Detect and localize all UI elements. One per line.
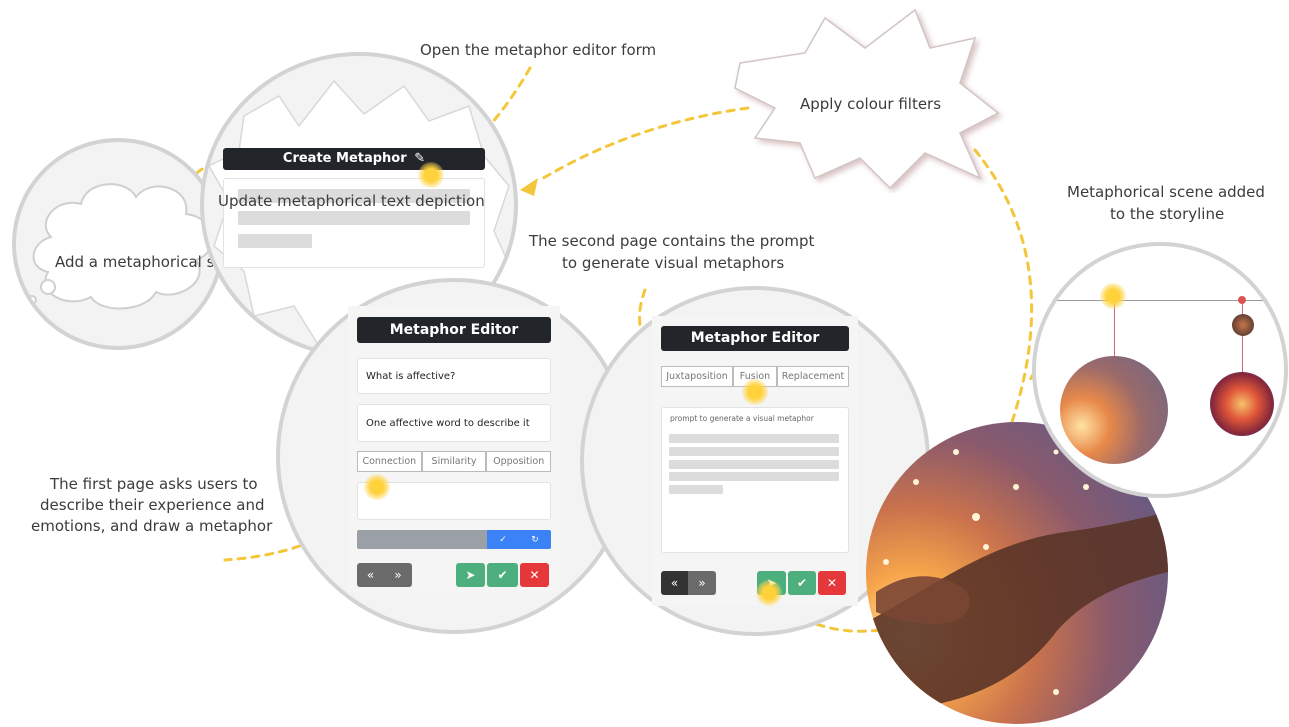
first-page-caption-line2: describe their experience and — [40, 496, 265, 514]
tab-similarity[interactable]: Similarity — [421, 451, 487, 472]
storyline-circle — [1032, 242, 1288, 498]
click-highlight — [756, 580, 782, 606]
check-icon: ✓ — [499, 534, 507, 545]
first-page-caption-line3: emotions, and draw a metaphor — [31, 517, 273, 535]
prompt-textarea[interactable]: prompt to generate a visual metaphor — [661, 407, 849, 553]
placeholder-line — [669, 434, 839, 443]
placeholder-line — [238, 234, 312, 248]
thought-cloud — [27, 183, 213, 310]
open-form-caption: Open the metaphor editor form — [420, 41, 657, 59]
apply-filters-caption: Apply colour filters — [800, 95, 942, 113]
refresh-icon: ↻ — [531, 534, 539, 545]
tab-opposition[interactable]: Opposition — [486, 451, 552, 472]
close-icon: ✕ — [826, 576, 838, 590]
editor1-panel — [348, 306, 560, 592]
close-icon: ✕ — [529, 568, 540, 582]
create-metaphor-label: Create Metaphor — [282, 151, 407, 166]
double-chevron-left-icon: « — [366, 568, 375, 582]
prev-page-button[interactable]: « — [357, 563, 384, 587]
placeholder-line — [669, 460, 839, 469]
add-scene-circle — [12, 138, 224, 350]
close-button[interactable]: ✕ — [520, 563, 549, 587]
placeholder-line — [669, 447, 839, 456]
tab-juxtaposition[interactable]: Juxtaposition — [661, 366, 733, 387]
save-button[interactable]: ✔ — [487, 563, 518, 587]
click-highlight — [1100, 283, 1126, 309]
next-page-button[interactable]: » — [384, 563, 412, 587]
double-chevron-right-icon: » — [394, 568, 402, 582]
placeholder-line — [669, 485, 723, 494]
placeholder-line — [669, 472, 839, 481]
first-page-caption-line1: The first page asks users to — [50, 475, 258, 493]
confirm-drawing-button[interactable]: ✓ — [487, 530, 519, 549]
editor1-title: Metaphor Editor — [357, 317, 551, 343]
editor2-title: Metaphor Editor — [661, 326, 849, 351]
check-icon: ✔ — [497, 568, 508, 582]
check-icon: ✔ — [796, 576, 808, 590]
save-button[interactable]: ✔ — [788, 571, 816, 595]
send-icon: ➤ — [465, 568, 476, 582]
close-button[interactable]: ✕ — [818, 571, 846, 595]
click-highlight — [364, 474, 390, 500]
click-highlight — [418, 162, 444, 188]
scene-thumbnail-hands[interactable] — [1060, 356, 1168, 464]
scene-added-caption-line1: Metaphorical scene added — [1067, 183, 1265, 201]
create-metaphor-button[interactable]: Create Metaphor ✎ — [223, 148, 485, 170]
tab-replacement[interactable]: Replacement — [777, 366, 849, 387]
second-page-caption-line2: to generate visual metaphors — [562, 254, 785, 272]
avatar[interactable] — [1232, 314, 1254, 336]
scene-thumbnail-fire[interactable] — [1210, 372, 1274, 436]
editor1-tabs: Connection Similarity Opposition — [357, 451, 552, 472]
click-highlight — [742, 379, 768, 405]
editor1-slider-bar[interactable] — [357, 530, 487, 549]
double-chevron-right-icon: » — [698, 576, 706, 590]
second-page-caption-line1: The second page contains the prompt — [529, 232, 815, 250]
storyline-track — [1036, 300, 1284, 301]
scene-added-caption-line2: to the storyline — [1110, 205, 1225, 223]
tab-connection[interactable]: Connection — [357, 451, 422, 472]
prev-page-button[interactable]: « — [661, 571, 688, 595]
refresh-drawing-button[interactable]: ↻ — [519, 530, 551, 549]
affective-word-field[interactable]: One affective word to describe it — [357, 404, 551, 442]
update-text-caption: Update metaphorical text depiction — [218, 192, 485, 210]
double-chevron-left-icon: « — [670, 576, 679, 590]
send-button[interactable]: ➤ — [456, 563, 485, 587]
prompt-placeholder: prompt to generate a visual metaphor — [670, 414, 814, 423]
affective-question-field[interactable]: What is affective? — [357, 358, 551, 394]
storyline-node[interactable] — [1238, 296, 1246, 304]
next-page-button[interactable]: » — [688, 571, 716, 595]
storyline-connector — [1242, 300, 1243, 372]
placeholder-line — [238, 211, 470, 225]
